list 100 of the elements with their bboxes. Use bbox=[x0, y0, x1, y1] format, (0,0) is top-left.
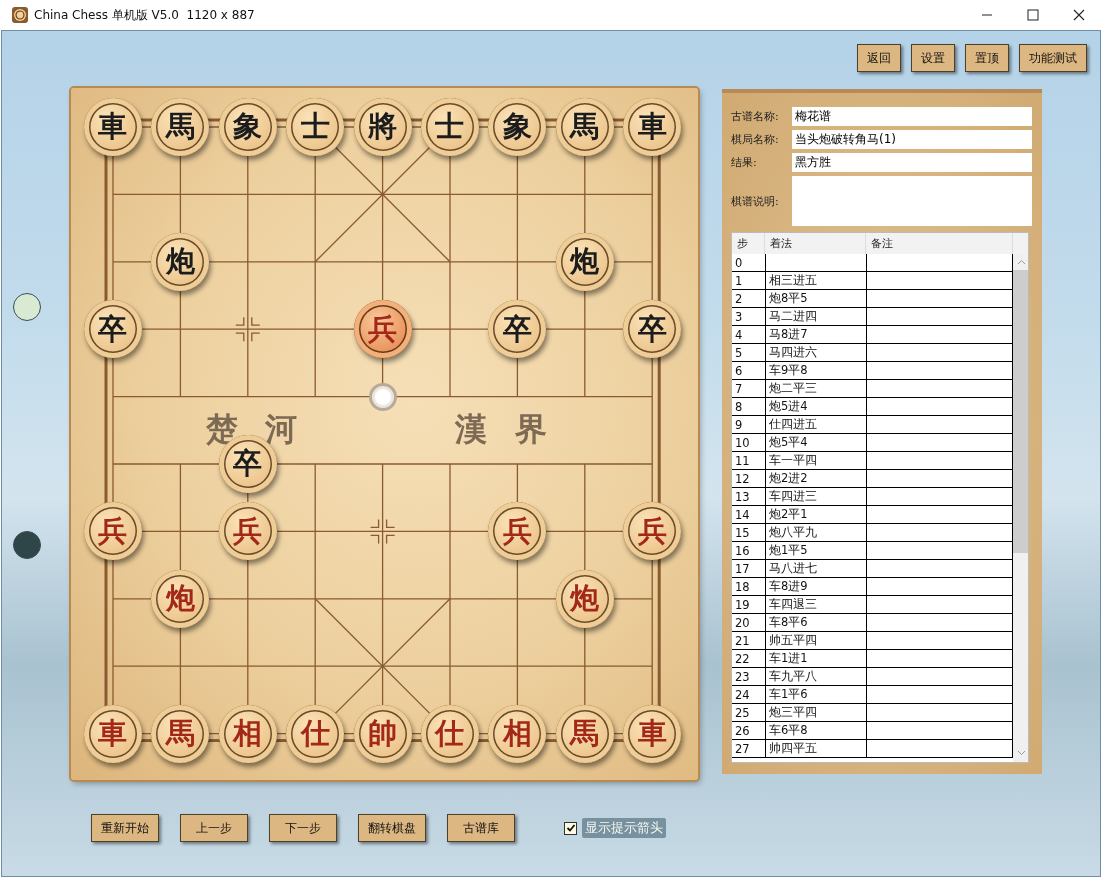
chess-piece[interactable]: 馬 bbox=[151, 704, 210, 763]
chess-piece[interactable]: 馬 bbox=[555, 704, 614, 763]
table-cell-text: 25 bbox=[734, 704, 751, 721]
table-cell: 帅五平四 bbox=[765, 632, 866, 649]
action-button[interactable]: 古谱库 bbox=[447, 814, 515, 842]
table-cell: 马二进四 bbox=[765, 308, 866, 325]
chess-piece[interactable]: 帥 bbox=[353, 704, 412, 763]
toolbar-button[interactable]: 设置 bbox=[911, 44, 955, 72]
table-cell-text: 20 bbox=[734, 614, 751, 631]
table-cell-text: 23 bbox=[734, 668, 751, 685]
table-cell: 炮三平四 bbox=[765, 704, 866, 721]
chess-piece[interactable]: 兵 bbox=[488, 502, 547, 561]
table-cell: 炮八平九 bbox=[765, 524, 866, 541]
action-button[interactable]: 上一步 bbox=[180, 814, 248, 842]
chess-piece[interactable]: 象 bbox=[218, 98, 277, 156]
chess-piece[interactable]: 馬 bbox=[555, 98, 614, 156]
toolbar-button[interactable]: 返回 bbox=[857, 44, 901, 72]
table-cell-text: 4 bbox=[734, 326, 744, 343]
chess-piece[interactable]: 相 bbox=[488, 704, 547, 763]
table-cell-text: 13 bbox=[734, 488, 751, 505]
text-field[interactable]: 黑方胜 bbox=[792, 153, 1032, 172]
chess-piece[interactable]: 炮 bbox=[555, 569, 614, 628]
table-cell: 车四退三 bbox=[765, 596, 866, 613]
table-cell: 车九平八 bbox=[765, 668, 866, 685]
chess-piece[interactable]: 仕 bbox=[286, 704, 345, 763]
chess-piece[interactable]: 兵 bbox=[353, 300, 412, 359]
maximize-icon[interactable] bbox=[1027, 9, 1039, 21]
chess-piece[interactable]: 車 bbox=[623, 704, 682, 763]
chess-piece[interactable]: 卒 bbox=[488, 300, 547, 359]
action-button[interactable]: 下一步 bbox=[269, 814, 337, 842]
chess-piece[interactable]: 兵 bbox=[218, 502, 277, 561]
move-hint-icon[interactable] bbox=[368, 382, 397, 411]
table-cell: 车8进9 bbox=[765, 578, 866, 595]
table-cell: 车9平8 bbox=[765, 362, 866, 379]
text-field[interactable]: 当头炮破转角马(1) bbox=[792, 130, 1032, 149]
table-cell-text: 16 bbox=[734, 542, 751, 559]
table-cell: 相三进五 bbox=[765, 272, 866, 289]
chess-piece[interactable]: 車 bbox=[623, 98, 682, 156]
table-cell-text: 6 bbox=[734, 362, 744, 379]
app-icon bbox=[12, 7, 28, 23]
chess-piece[interactable]: 卒 bbox=[84, 300, 142, 359]
table-cell: 炮2进2 bbox=[765, 470, 866, 487]
chess-piece[interactable]: 將 bbox=[353, 98, 412, 156]
table-cell: 马四进六 bbox=[765, 344, 866, 361]
scroll-up-icon[interactable] bbox=[1016, 259, 1026, 265]
column-header[interactable]: 着法 bbox=[765, 233, 866, 254]
column-header[interactable]: 步 bbox=[732, 233, 765, 254]
table-cell: 车1进1 bbox=[765, 650, 866, 667]
chess-piece[interactable]: 炮 bbox=[151, 569, 210, 628]
field-label: 棋谱说明: bbox=[731, 193, 780, 209]
table-cell-text: 9 bbox=[734, 416, 744, 433]
table-cell: 仕四进五 bbox=[765, 416, 866, 433]
scroll-down-icon[interactable] bbox=[1016, 750, 1026, 756]
field-label: 结果: bbox=[731, 155, 758, 170]
table-cell-text: 27 bbox=[734, 740, 751, 757]
action-button[interactable]: 重新开始 bbox=[91, 814, 159, 842]
table-cell: 车8平6 bbox=[765, 614, 866, 631]
chess-piece[interactable]: 車 bbox=[84, 98, 142, 156]
table-cell-text: 8 bbox=[734, 398, 744, 415]
action-button[interactable]: 翻转棋盘 bbox=[358, 814, 426, 842]
description-field[interactable] bbox=[792, 176, 1032, 226]
table-cell-text: 22 bbox=[734, 650, 751, 667]
table-cell-text: 3 bbox=[734, 308, 744, 325]
chess-piece[interactable]: 炮 bbox=[151, 232, 210, 291]
column-header[interactable]: 备注 bbox=[866, 233, 1013, 254]
table-cell: 车四进三 bbox=[765, 488, 866, 505]
chess-piece[interactable]: 卒 bbox=[623, 300, 682, 359]
close-icon[interactable] bbox=[1073, 9, 1085, 21]
chess-piece[interactable]: 兵 bbox=[84, 502, 142, 561]
chess-piece[interactable]: 士 bbox=[286, 98, 345, 156]
chess-piece[interactable]: 車 bbox=[84, 704, 142, 763]
chess-piece[interactable]: 士 bbox=[420, 98, 479, 156]
chess-piece[interactable]: 炮 bbox=[555, 232, 614, 291]
table-cell: 炮二平三 bbox=[765, 380, 866, 397]
field-label: 古谱名称: bbox=[731, 109, 780, 124]
table-cell: 炮5平4 bbox=[765, 434, 866, 451]
table-cell: 车6平8 bbox=[765, 722, 866, 739]
chess-piece[interactable]: 相 bbox=[218, 704, 277, 763]
chess-piece[interactable]: 馬 bbox=[151, 98, 210, 156]
table-cell: 炮1平5 bbox=[765, 542, 866, 559]
chess-piece[interactable]: 兵 bbox=[623, 502, 682, 561]
chess-piece[interactable]: 象 bbox=[488, 98, 547, 156]
chess-piece[interactable]: 仕 bbox=[420, 704, 479, 763]
table-cell-text: 26 bbox=[734, 722, 751, 739]
field-label: 棋局名称: bbox=[731, 132, 780, 147]
table-cell-text: 19 bbox=[734, 596, 751, 613]
table-cell-text: 11 bbox=[734, 452, 751, 469]
toolbar-button[interactable]: 功能测试 bbox=[1019, 44, 1087, 72]
table-cell: 车一平四 bbox=[765, 452, 866, 469]
table-cell-text: 12 bbox=[734, 470, 751, 487]
table-cell-text: 18 bbox=[734, 578, 751, 595]
table-cell-text: 17 bbox=[734, 560, 751, 577]
table-cell: 炮2平1 bbox=[765, 506, 866, 523]
text-field[interactable]: 梅花谱 bbox=[792, 107, 1032, 126]
scrollbar[interactable] bbox=[1013, 254, 1028, 762]
checkbox[interactable] bbox=[564, 821, 577, 835]
table-cell: 炮8平5 bbox=[765, 290, 866, 307]
toolbar-button[interactable]: 置顶 bbox=[965, 44, 1009, 72]
scrollbar-thumb[interactable] bbox=[1013, 270, 1028, 553]
table-cell-text: 2 bbox=[734, 290, 744, 307]
